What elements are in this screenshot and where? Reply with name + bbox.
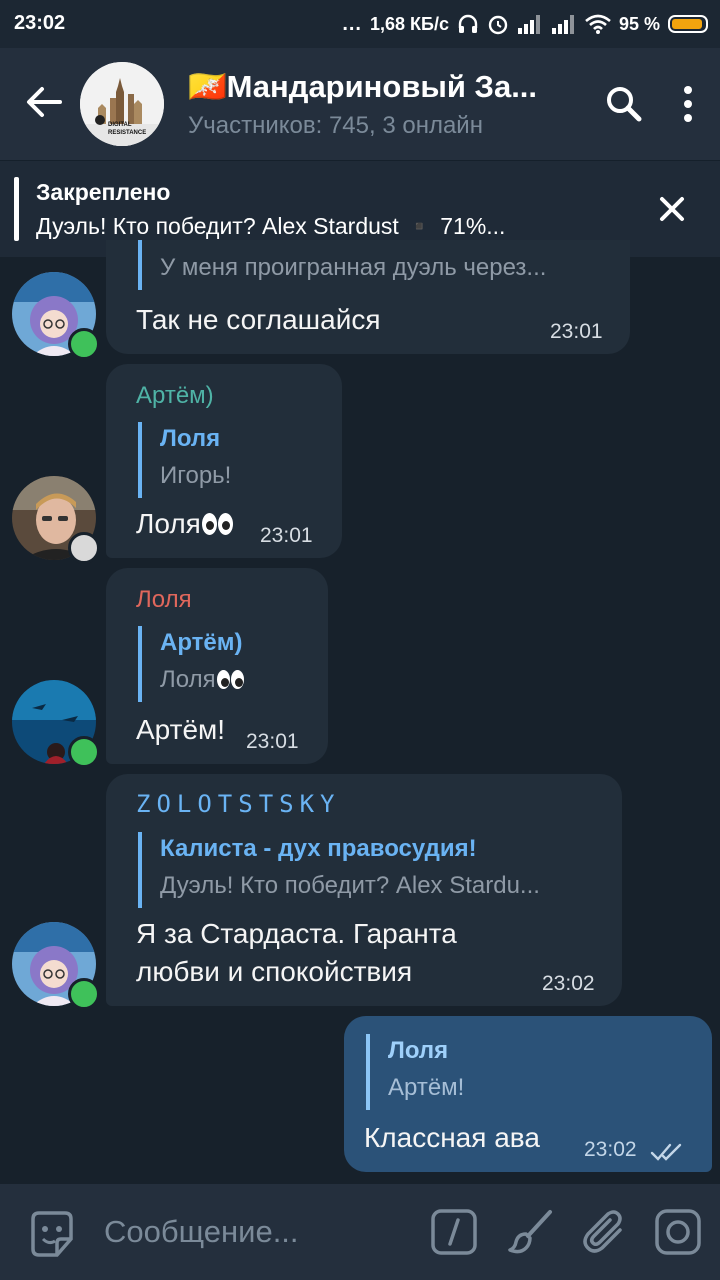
chat-title[interactable]: 🇧🇹Мандариновый За... [188, 68, 537, 105]
eye-emoji [216, 670, 230, 689]
message-time: 23:01 [246, 730, 299, 753]
message-input[interactable]: Сообщение... [104, 1214, 299, 1250]
chat-members-status: Участников: 745, 3 онлайн [188, 112, 483, 139]
pinned-text: Дуэль! Кто победит? Alex Stardust ▪️ 71%… [36, 213, 506, 239]
wifi-icon [585, 14, 611, 34]
reply-text: Дуэль! Кто победит? Alex Stardu... [160, 872, 540, 899]
online-status-dot [68, 736, 100, 768]
back-button[interactable] [20, 78, 68, 126]
paint-brush-icon [508, 1210, 552, 1254]
paint-button[interactable] [504, 1206, 556, 1258]
message-text: Артём! [136, 714, 226, 745]
reply-text: У меня проигранная дуэль через... [160, 254, 547, 281]
message-time: 23:02 [542, 972, 595, 995]
chat-avatar[interactable]: DIGITAL RESISTANCE [80, 62, 164, 146]
headphones-icon [458, 14, 478, 33]
eye-emoji [201, 513, 217, 535]
reply-name: Калиста - дух правосудия! [160, 835, 477, 862]
battery-icon [668, 15, 708, 33]
reply-text: Лоля [160, 660, 244, 698]
more-button[interactable] [664, 80, 712, 128]
search-icon [607, 87, 642, 122]
message-text: Классная ава [364, 1122, 540, 1153]
sticker-button[interactable] [26, 1208, 78, 1260]
pinned-indicator [14, 177, 19, 241]
sender-name[interactable]: ZOLOTSTSKY [136, 790, 341, 818]
message-text: Лоля [136, 506, 233, 542]
command-button[interactable] [428, 1206, 480, 1258]
message-text-line-2: любви и спокойствия [136, 956, 413, 987]
reply-preview[interactable]: Лоля Артём! [366, 1034, 464, 1110]
message-time: 23:01 [550, 320, 603, 343]
online-status-dot [68, 328, 100, 360]
reply-name: Лоля [160, 425, 221, 452]
message-text-line-1: Я за Стардаста. Гаранта [136, 918, 457, 949]
reply-preview[interactable]: Артём) Лоля [138, 626, 244, 702]
avatar-text-1: DIGITAL [108, 122, 132, 128]
eye-emoji [217, 513, 233, 535]
pinned-label: Закреплено [36, 179, 171, 205]
reply-preview[interactable]: У меня проигранная дуэль через... [138, 240, 546, 290]
reply-text: Артём! [388, 1074, 465, 1101]
reply-name: Лоля [388, 1037, 449, 1064]
battery-percent: 95 % [618, 13, 660, 34]
status-time: 23:02 [14, 12, 66, 34]
attach-button[interactable] [578, 1206, 630, 1258]
signal-icon-2 [551, 15, 574, 34]
camera-button[interactable] [652, 1206, 704, 1258]
search-button[interactable] [600, 80, 648, 128]
online-status-dot [68, 978, 100, 1010]
status-bar: 23:02 ... 1,68 КБ/с 95 % [0, 0, 720, 48]
message-bubble[interactable]: Артём) Лоля Игорь! Лоля 23:01 [106, 364, 342, 558]
back-arrow-icon [27, 87, 62, 117]
reply-preview[interactable]: Калиста - дух правосудия! Дуэль! Кто поб… [138, 832, 540, 908]
eye-emoji [230, 670, 244, 689]
offline-status-dot [68, 532, 100, 564]
avatar-text-2: RESISTANCE [108, 130, 147, 136]
close-icon [660, 197, 684, 221]
outgoing-message-bubble[interactable]: Лоля Артём! Классная ава 23:02 [344, 1016, 712, 1172]
double-check-icon [650, 1143, 682, 1161]
status-right: ... 1,68 КБ/с 95 % [342, 10, 708, 38]
sticker-icon [31, 1211, 73, 1257]
message-bubble[interactable]: У меня проигранная дуэль через... Так не… [106, 240, 630, 354]
attach-icon [583, 1210, 622, 1253]
chat-header: DIGITAL RESISTANCE 🇧🇹Мандариновый За... … [0, 48, 720, 160]
notification-dots: ... [342, 12, 362, 35]
alarm-icon [488, 15, 508, 35]
sender-name[interactable]: Артём) [136, 382, 214, 410]
command-icon [431, 1209, 477, 1255]
message-time: 23:02 [584, 1138, 637, 1161]
message-bubble[interactable]: Лоля Артём) Лоля Артём! 23:01 [106, 568, 328, 764]
sender-name[interactable]: Лоля [136, 586, 192, 614]
more-vertical-icon [684, 86, 692, 122]
pinned-close-button[interactable] [648, 185, 696, 233]
message-time: 23:01 [260, 524, 313, 547]
reply-text: Игорь! [160, 462, 232, 489]
message-bubble[interactable]: ZOLOTSTSKY Калиста - дух правосудия! Дуэ… [106, 774, 622, 1006]
message-input-bar: Сообщение... [0, 1184, 720, 1280]
message-text: Так не соглашайся [136, 304, 381, 335]
camera-icon [655, 1209, 701, 1255]
reply-preview[interactable]: Лоля Игорь! [138, 422, 231, 498]
signal-icon [517, 15, 540, 34]
network-speed: 1,68 КБ/с [369, 13, 449, 34]
reply-name: Артём) [160, 629, 243, 656]
